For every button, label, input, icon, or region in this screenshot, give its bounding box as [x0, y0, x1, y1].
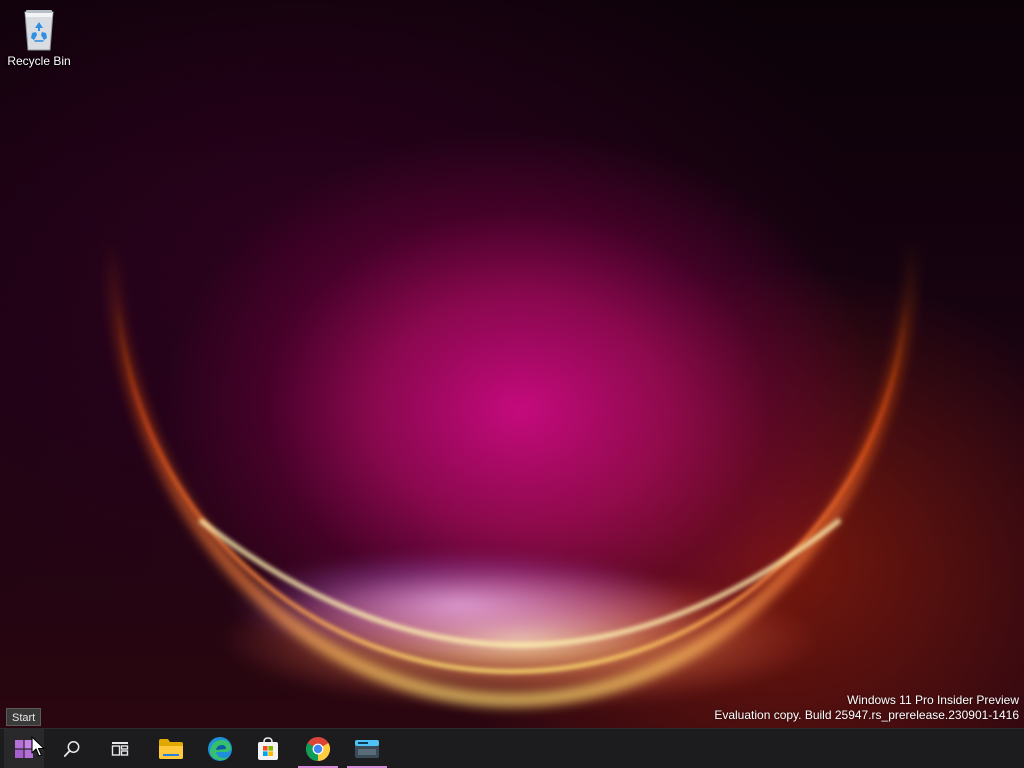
watermark-line-1: Windows 11 Pro Insider Preview — [847, 693, 1019, 707]
search-icon — [63, 740, 80, 757]
wallpaper — [107, 239, 917, 710]
store-icon — [258, 736, 278, 760]
recycle-bin-icon — [24, 10, 54, 51]
desktop-icon-label: Recycle Bin — [7, 54, 71, 68]
start-tooltip: Start — [6, 708, 42, 726]
task-view-button[interactable] — [100, 729, 140, 768]
task-view-icon — [111, 741, 129, 756]
edge-icon — [208, 736, 232, 761]
taskbar-terminal[interactable] — [347, 729, 387, 768]
folder-icon — [159, 738, 183, 759]
mouse-cursor-icon — [31, 736, 45, 757]
watermark-line-2: Evaluation copy. Build 25947.rs_prerelea… — [714, 708, 1019, 722]
desktop-icon-recycle-bin[interactable]: Recycle Bin — [4, 6, 74, 78]
search-button[interactable] — [52, 729, 92, 768]
taskbar — [0, 728, 1024, 768]
taskbar-chrome[interactable] — [298, 729, 338, 768]
evaluation-watermark: Windows 11 Pro Insider Preview Evaluatio… — [714, 693, 1019, 723]
taskbar-file-explorer[interactable] — [151, 729, 191, 768]
terminal-icon — [355, 739, 379, 758]
taskbar-microsoft-store[interactable] — [248, 729, 288, 768]
taskbar-edge[interactable] — [200, 729, 240, 768]
desktop[interactable]: Recycle Bin Windows 11 Pro Insider Previ… — [0, 0, 1024, 728]
chrome-icon — [305, 736, 331, 761]
